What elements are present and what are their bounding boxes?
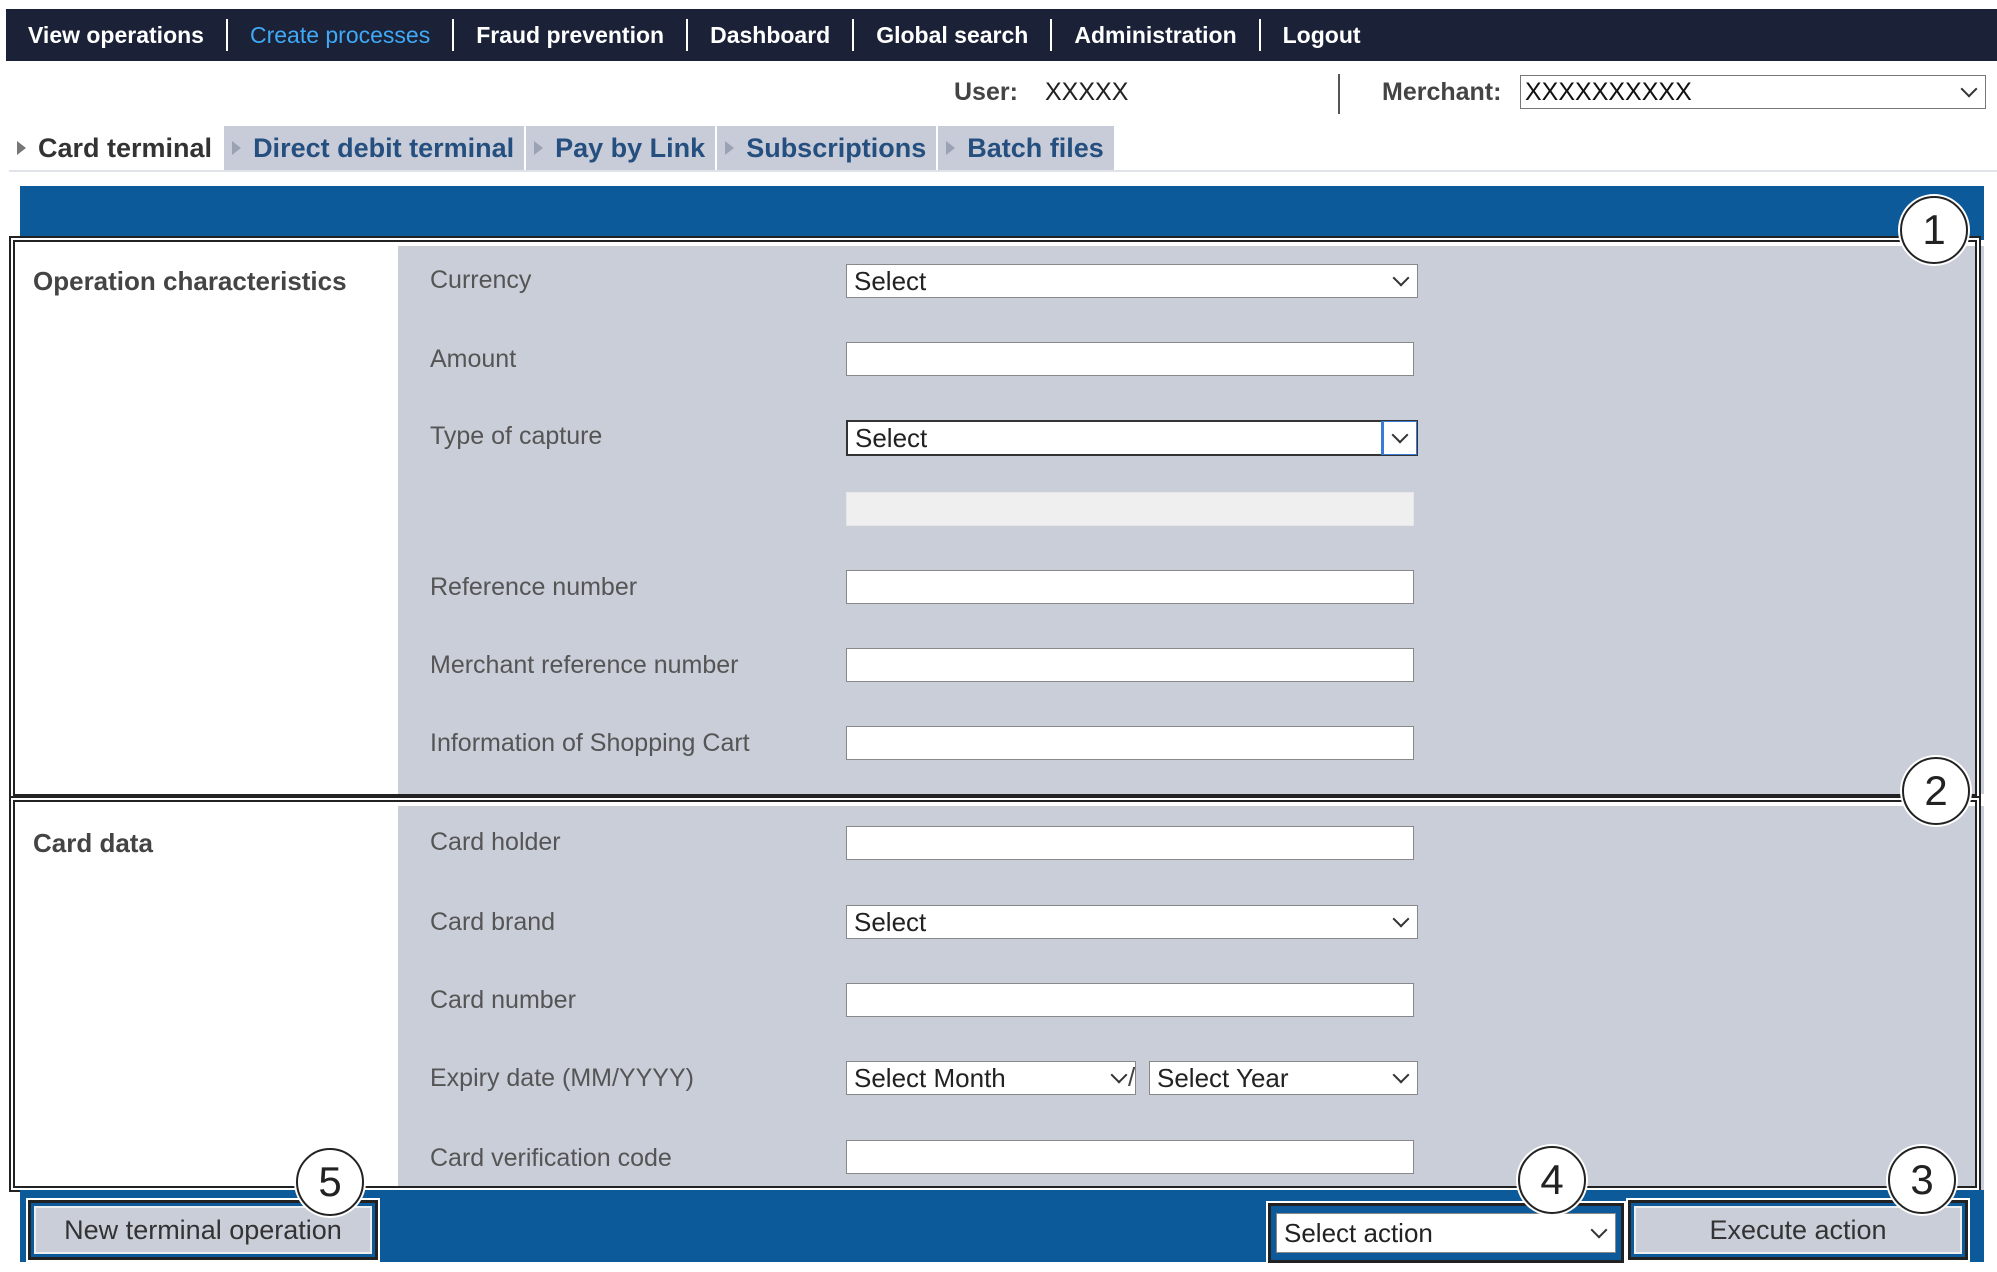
nav-dashboard[interactable]: Dashboard <box>688 22 852 49</box>
card-brand-select[interactable]: Select <box>846 905 1418 939</box>
type-of-capture-select[interactable]: Select <box>846 420 1418 456</box>
expiry-separator: / <box>1128 1062 1136 1092</box>
chevron-down-icon <box>1392 910 1410 928</box>
merchant-select-value: XXXXXXXXXX <box>1525 77 1692 106</box>
select-action-value: Select action <box>1284 1217 1433 1248</box>
section-label-column <box>20 806 398 1190</box>
nav-administration[interactable]: Administration <box>1052 22 1258 49</box>
card-verification-code-input[interactable] <box>846 1140 1414 1174</box>
card-brand-label: Card brand <box>430 908 556 936</box>
currency-label: Currency <box>430 266 532 294</box>
callout-4: 4 <box>1518 1146 1586 1214</box>
nav-logout[interactable]: Logout <box>1261 22 1383 49</box>
userbar-divider <box>1338 74 1340 114</box>
nav-create-processes[interactable]: Create processes <box>228 22 452 49</box>
expiry-date-label: Expiry date (MM/YYYY) <box>430 1064 694 1092</box>
currency-select-value: Select <box>854 265 927 296</box>
reference-number-input[interactable] <box>846 570 1414 604</box>
callout-1: 1 <box>1900 196 1968 264</box>
tabs-divider <box>9 170 1997 172</box>
merchant-select[interactable]: XXXXXXXXXX <box>1520 75 1986 109</box>
callout-5: 5 <box>296 1148 364 1216</box>
panel-header-bar <box>20 186 1984 240</box>
operation-characteristics-section: Operation characteristics Currency Selec… <box>20 246 1984 794</box>
tab-label: Subscriptions <box>746 132 927 163</box>
currency-select[interactable]: Select <box>846 264 1418 298</box>
tab-subscriptions[interactable]: Subscriptions <box>717 126 937 170</box>
tab-label: Pay by Link <box>555 132 706 163</box>
tab-card-terminal[interactable]: Card terminal <box>9 126 223 170</box>
disabled-input <box>846 492 1414 526</box>
triangle-right-icon <box>17 141 26 155</box>
expiry-month-value: Select Month <box>854 1062 1006 1093</box>
chevron-down-icon <box>1392 1066 1410 1084</box>
select-action-select[interactable]: Select action <box>1276 1213 1616 1253</box>
user-value: XXXXX <box>1045 78 1129 106</box>
expiry-year-select[interactable]: Select Year <box>1149 1061 1418 1095</box>
triangle-right-icon <box>534 141 544 155</box>
dropdown-button <box>1381 421 1417 455</box>
chevron-down-icon <box>1391 426 1409 444</box>
chevron-down-icon <box>1590 1221 1608 1239</box>
execute-action-button[interactable]: Execute action <box>1634 1206 1962 1254</box>
top-navigation: View operations Create processes Fraud p… <box>6 9 1997 61</box>
merchant-reference-number-input[interactable] <box>846 648 1414 682</box>
user-label: User: <box>954 78 1018 106</box>
shopping-cart-label: Information of Shopping Cart <box>430 729 750 757</box>
tab-pay-by-link[interactable]: Pay by Link <box>526 126 716 170</box>
card-number-label: Card number <box>430 986 576 1014</box>
tab-direct-debit-terminal[interactable]: Direct debit terminal <box>224 126 525 170</box>
callout-3: 3 <box>1888 1146 1956 1214</box>
tab-label: Direct debit terminal <box>253 132 515 163</box>
terminal-tabs: Card terminal Direct debit terminal Pay … <box>9 126 1116 170</box>
expiry-year-value: Select Year <box>1157 1062 1289 1093</box>
type-of-capture-label: Type of capture <box>430 422 603 450</box>
section-title: Card data <box>33 828 153 858</box>
chevron-down-icon <box>1392 269 1410 287</box>
callout-2: 2 <box>1902 757 1970 825</box>
card-holder-input[interactable] <box>846 826 1414 860</box>
section-label-column <box>20 246 398 794</box>
card-verification-code-label: Card verification code <box>430 1144 672 1172</box>
tab-batch-files[interactable]: Batch files <box>938 126 1114 170</box>
amount-label: Amount <box>430 345 517 373</box>
reference-number-label: Reference number <box>430 573 638 601</box>
card-number-input[interactable] <box>846 983 1414 1017</box>
expiry-month-select[interactable]: Select Month <box>846 1061 1136 1095</box>
triangle-right-icon <box>725 141 735 155</box>
merchant-label: Merchant: <box>1382 78 1502 106</box>
card-data-section: Card data Card holder Card brand Select … <box>20 806 1984 1190</box>
nav-fraud-prevention[interactable]: Fraud prevention <box>454 22 686 49</box>
chevron-down-icon <box>1960 80 1978 98</box>
chevron-down-icon <box>1110 1066 1128 1084</box>
merchant-reference-number-label: Merchant reference number <box>430 651 739 679</box>
section-title: Operation characteristics <box>33 266 347 296</box>
amount-input[interactable] <box>846 342 1414 376</box>
card-brand-value: Select <box>854 906 927 937</box>
card-holder-label: Card holder <box>430 828 561 856</box>
tab-label: Batch files <box>967 132 1104 163</box>
shopping-cart-input[interactable] <box>846 726 1414 760</box>
nav-view-operations[interactable]: View operations <box>6 22 226 49</box>
triangle-right-icon <box>946 141 956 155</box>
triangle-right-icon <box>232 141 242 155</box>
type-of-capture-value: Select <box>855 422 928 453</box>
nav-global-search[interactable]: Global search <box>854 22 1050 49</box>
tab-label: Card terminal <box>38 132 213 163</box>
